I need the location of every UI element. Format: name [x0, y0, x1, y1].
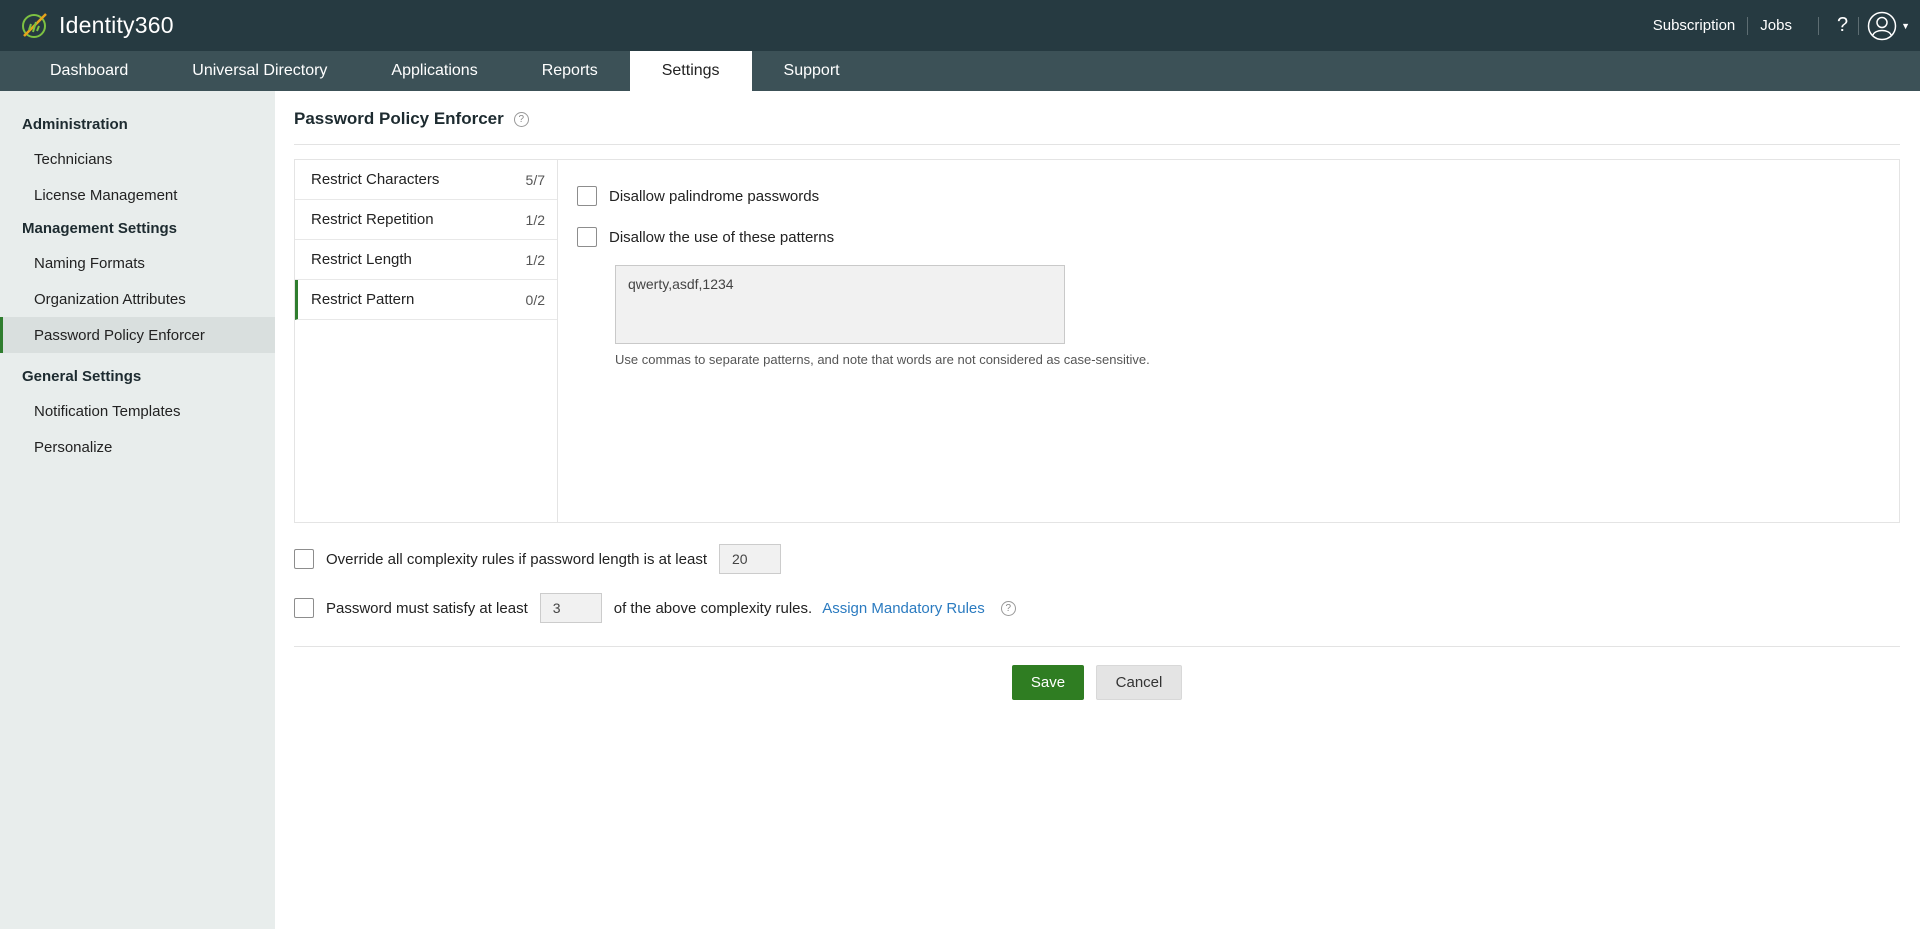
chevron-down-icon[interactable]: ▼ — [1901, 21, 1910, 31]
policy-panel: Restrict Characters 5/7 Restrict Repetit… — [294, 159, 1900, 523]
rule-item-label: Restrict Length — [311, 251, 412, 268]
rule-item-restrict-length[interactable]: Restrict Length 1/2 — [295, 240, 557, 280]
override-label: Override all complexity rules if passwor… — [326, 550, 707, 568]
rule-item-label: Restrict Pattern — [311, 291, 415, 308]
sidebar-item-naming-formats[interactable]: Naming Formats — [0, 245, 275, 281]
main-nav: Dashboard Universal Directory Applicatio… — [0, 51, 1920, 91]
sidebar-section-general-settings: General Settings — [22, 368, 142, 385]
sidebar: Administration Technicians License Manag… — [0, 91, 275, 929]
patterns-option: Disallow the use of these patterns — [577, 227, 834, 247]
brand[interactable]: Identity360 — [18, 10, 174, 42]
divider — [1747, 16, 1749, 35]
palindrome-checkbox[interactable] — [577, 186, 597, 206]
user-avatar-icon[interactable] — [1867, 11, 1897, 41]
patterns-label: Disallow the use of these patterns — [609, 228, 835, 246]
cancel-button[interactable]: Cancel — [1096, 665, 1182, 700]
top-bar: Identity360 Subscription Jobs ? ▼ — [0, 0, 1920, 51]
subscription-link[interactable]: Subscription — [1653, 17, 1736, 34]
divider — [1817, 16, 1819, 35]
sidebar-item-notification-templates[interactable]: Notification Templates — [0, 393, 275, 429]
palindrome-option: Disallow palindrome passwords — [577, 186, 819, 206]
sidebar-section-management-settings: Management Settings — [22, 220, 178, 237]
override-checkbox[interactable] — [294, 549, 314, 569]
sidebar-item-license-management[interactable]: License Management — [0, 177, 275, 213]
help-button[interactable]: ? — [1837, 14, 1848, 37]
sidebar-section-administration: Administration — [22, 116, 128, 133]
divider — [294, 144, 1900, 145]
override-option: Override all complexity rules if passwor… — [294, 544, 781, 574]
tab-reports[interactable]: Reports — [510, 51, 630, 91]
sidebar-item-password-policy-enforcer[interactable]: Password Policy Enforcer — [0, 317, 275, 353]
satisfy-checkbox[interactable] — [294, 598, 314, 618]
sidebar-item-technicians[interactable]: Technicians — [0, 141, 275, 177]
rule-item-restrict-pattern[interactable]: Restrict Pattern 0/2 — [295, 280, 557, 320]
rule-item-count: 5/7 — [525, 171, 545, 188]
satisfy-label-pre: Password must satisfy at least — [326, 599, 528, 617]
tab-dashboard[interactable]: Dashboard — [18, 51, 160, 91]
satisfy-option: Password must satisfy at least 3 of the … — [294, 593, 1016, 623]
divider — [294, 646, 1900, 647]
rule-item-count: 0/2 — [525, 291, 545, 308]
override-length-input[interactable]: 20 — [719, 544, 781, 574]
rule-list: Restrict Characters 5/7 Restrict Repetit… — [295, 160, 558, 522]
identity360-logo-icon — [22, 12, 47, 38]
jobs-link[interactable]: Jobs — [1760, 17, 1792, 34]
sidebar-item-organization-attributes[interactable]: Organization Attributes — [0, 281, 275, 317]
sidebar-item-personalize[interactable]: Personalize — [0, 429, 275, 465]
tab-universal-directory[interactable]: Universal Directory — [160, 51, 359, 91]
page-title: Password Policy Enforcer ? — [294, 109, 529, 129]
rule-item-restrict-characters[interactable]: Restrict Characters 5/7 — [295, 160, 557, 200]
patterns-textarea[interactable]: qwerty,asdf,1234 — [615, 265, 1065, 344]
tab-applications[interactable]: Applications — [359, 51, 509, 91]
assign-mandatory-rules-link[interactable]: Assign Mandatory Rules — [822, 600, 985, 617]
patterns-checkbox[interactable] — [577, 227, 597, 247]
help-circle-icon[interactable]: ? — [513, 111, 529, 127]
save-button[interactable]: Save — [1012, 665, 1084, 700]
rule-item-count: 1/2 — [525, 211, 545, 228]
tab-support[interactable]: Support — [752, 51, 872, 91]
help-circle-icon[interactable]: ? — [1000, 600, 1016, 616]
rule-item-label: Restrict Repetition — [311, 211, 434, 228]
rule-item-restrict-repetition[interactable]: Restrict Repetition 1/2 — [295, 200, 557, 240]
rule-item-label: Restrict Characters — [311, 171, 440, 188]
divider — [1858, 16, 1860, 35]
tab-settings[interactable]: Settings — [629, 51, 752, 91]
patterns-hint: Use commas to separate patterns, and not… — [615, 352, 1150, 367]
top-right-menu: Subscription Jobs ? ▼ — [1653, 0, 1920, 51]
rule-item-count: 1/2 — [525, 251, 545, 268]
satisfy-count-input[interactable]: 3 — [539, 593, 602, 623]
palindrome-label: Disallow palindrome passwords — [609, 187, 820, 205]
page-title-text: Password Policy Enforcer — [294, 109, 504, 128]
app-name: Identity360 — [59, 12, 174, 38]
satisfy-label-post: of the above complexity rules. — [613, 599, 813, 617]
